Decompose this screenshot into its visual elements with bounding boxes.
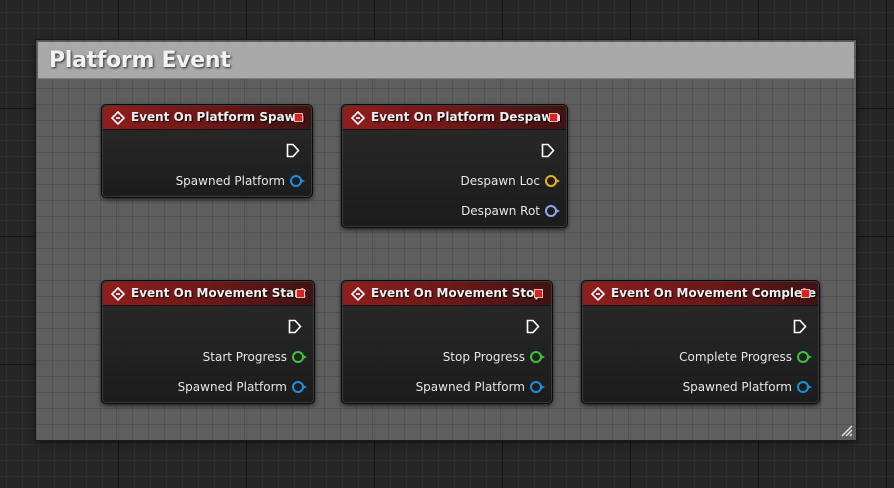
node-title: Event On Movement Complete — [611, 286, 817, 300]
node-header[interactable]: Event On Platform Spawn — [103, 106, 311, 130]
event-node-platform-despawn[interactable]: Event On Platform Despawn Despawn Loc De… — [341, 104, 568, 228]
object-pin-icon[interactable] — [290, 175, 305, 187]
float-pin-icon[interactable] — [530, 351, 545, 363]
delegate-pin-icon[interactable] — [294, 113, 303, 122]
output-pin-spawned-platform[interactable]: Spawned Platform — [177, 379, 307, 395]
event-diamond-icon — [111, 111, 125, 125]
delegate-pin-icon[interactable] — [296, 289, 305, 298]
exec-pin-icon[interactable] — [288, 319, 302, 334]
output-pin-despawn-loc[interactable]: Despawn Loc — [460, 173, 560, 189]
event-diamond-icon — [351, 287, 365, 301]
delegate-pin-icon[interactable] — [534, 289, 543, 298]
event-node-platform-spawn[interactable]: Event On Platform Spawn Spawned Platform — [101, 104, 313, 198]
exec-pin-icon[interactable] — [541, 143, 555, 158]
output-pin-start-progress[interactable]: Start Progress — [202, 349, 307, 365]
output-pin-complete-progress[interactable]: Complete Progress — [679, 349, 812, 365]
exec-pin-icon[interactable] — [526, 319, 540, 334]
object-pin-icon[interactable] — [797, 381, 812, 393]
pin-label: Spawned Platform — [177, 380, 287, 394]
exec-pin-icon[interactable] — [286, 143, 300, 158]
node-title: Event On Platform Despawn — [371, 110, 561, 124]
output-pin-spawned-platform[interactable]: Spawned Platform — [682, 379, 812, 395]
pin-label: Spawned Platform — [415, 380, 525, 394]
node-header[interactable]: Event On Movement Complete — [583, 282, 818, 306]
node-header[interactable]: Event On Movement Stop — [343, 282, 551, 306]
comment-header[interactable]: Platform Event — [38, 42, 854, 79]
pin-label: Complete Progress — [679, 350, 792, 364]
node-title: Event On Movement Stop — [371, 286, 543, 300]
pin-label: Spawned Platform — [175, 174, 285, 188]
output-pin-spawned-platform[interactable]: Spawned Platform — [175, 173, 305, 189]
pin-label: Start Progress — [202, 350, 287, 364]
output-pin-despawn-rot[interactable]: Despawn Rot — [461, 203, 560, 219]
event-diamond-icon — [111, 287, 125, 301]
comment-title: Platform Event — [49, 48, 231, 73]
event-diamond-icon — [351, 111, 365, 125]
exec-pin-icon[interactable] — [793, 319, 807, 334]
event-node-movement-stop[interactable]: Event On Movement Stop Stop Progress Spa… — [341, 280, 553, 404]
rotator-pin-icon[interactable] — [545, 205, 560, 217]
output-pin-stop-progress[interactable]: Stop Progress — [442, 349, 545, 365]
pin-label: Despawn Rot — [461, 204, 540, 218]
object-pin-icon[interactable] — [530, 381, 545, 393]
float-pin-icon[interactable] — [797, 351, 812, 363]
node-title: Event On Platform Spawn — [131, 110, 305, 124]
float-pin-icon[interactable] — [292, 351, 307, 363]
event-diamond-icon — [591, 287, 605, 301]
delegate-pin-icon[interactable] — [801, 289, 810, 298]
event-node-movement-start[interactable]: Event On Movement Start Start Progress S… — [101, 280, 315, 404]
node-title: Event On Movement Start — [131, 286, 306, 300]
node-header[interactable]: Event On Platform Despawn — [343, 106, 566, 130]
pin-label: Despawn Loc — [460, 174, 541, 188]
resize-grip-icon[interactable] — [839, 423, 853, 437]
vector-pin-icon[interactable] — [545, 175, 560, 187]
node-header[interactable]: Event On Movement Start — [103, 282, 313, 306]
delegate-pin-icon[interactable] — [549, 113, 558, 122]
output-pin-spawned-platform[interactable]: Spawned Platform — [415, 379, 545, 395]
event-node-movement-complete[interactable]: Event On Movement Complete Complete Prog… — [581, 280, 820, 404]
object-pin-icon[interactable] — [292, 381, 307, 393]
pin-label: Stop Progress — [442, 350, 525, 364]
pin-label: Spawned Platform — [682, 380, 792, 394]
